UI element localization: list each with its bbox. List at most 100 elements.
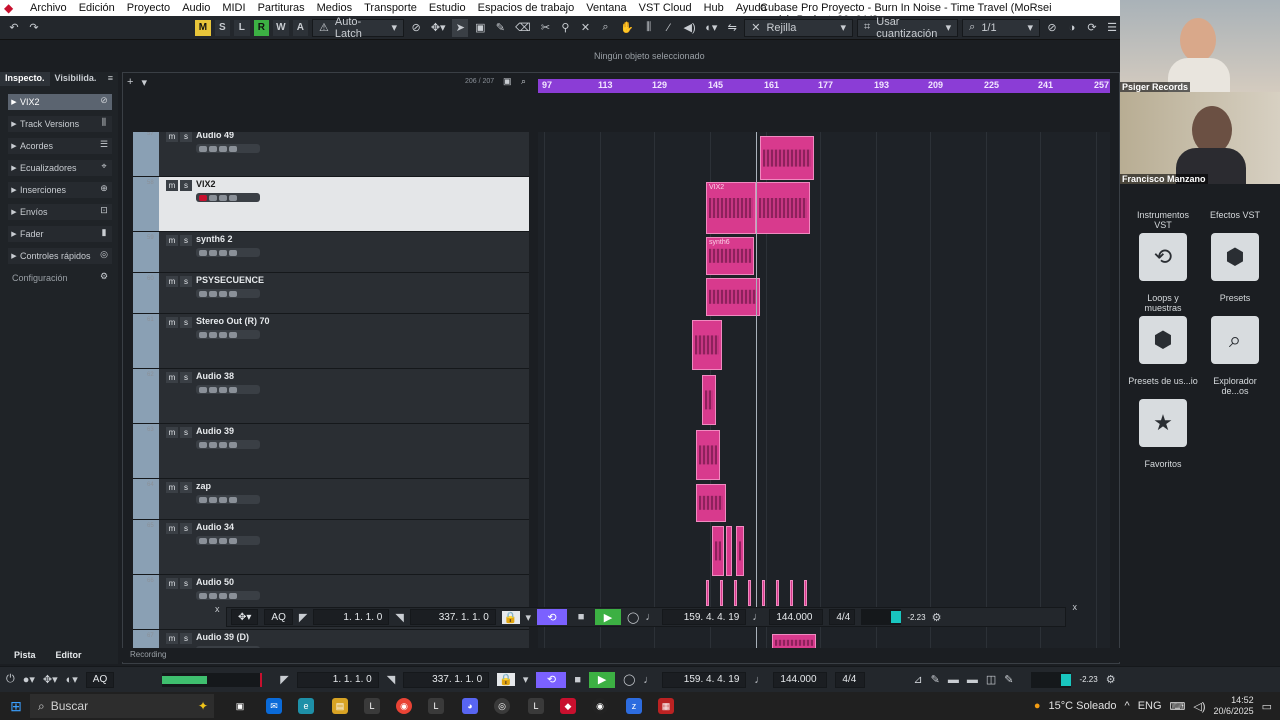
edit-icon[interactable]: ⊘ [98,95,110,107]
cycle-button[interactable]: ⟲ [537,609,568,625]
edit-icon[interactable] [219,194,227,201]
record-enable-icon[interactable] [199,194,207,201]
taskbar-search[interactable]: ⌕ Buscar ✦ [30,694,214,718]
track-row[interactable]: 63 m s Audio 39 [133,424,529,479]
audio-event[interactable] [756,182,810,234]
clock[interactable]: 14:52 20/6/2025 [1214,695,1254,717]
search-icon[interactable]: ⌕ [521,76,526,87]
record-enable-icon[interactable] [199,145,207,152]
close-icon[interactable]: x [215,604,220,614]
obs-icon[interactable]: ◎ [494,698,510,714]
solo-button[interactable]: s [180,372,192,383]
mail-icon[interactable]: ✉ [266,698,282,714]
mediabay-vst-instruments[interactable]: Instrumentos VST [1128,210,1198,230]
edit-icon[interactable]: ✎ [931,673,940,686]
monitor-icon[interactable] [209,194,217,201]
record-button[interactable]: ◯ [627,611,639,624]
nudge-icon[interactable]: ✥▾ [428,19,448,37]
punch-icon[interactable]: ✥▾ [231,609,259,625]
mute-tool-icon[interactable]: ✕ [577,19,593,37]
mute-button[interactable]: m [166,523,178,534]
arrange-area[interactable]: VIX2 synth6 [538,132,1110,652]
monitor-icon[interactable] [209,441,217,448]
color-tool-icon[interactable]: ◑ [1064,19,1080,37]
freeze-icon[interactable] [229,496,237,503]
monitor-icon[interactable] [209,145,217,152]
menu-icon[interactable]: ☰ [1104,19,1120,37]
record-enable-icon[interactable] [199,249,207,256]
tempo-display[interactable]: 144.000 [773,671,828,688]
volume-icon[interactable]: ◁) [1193,700,1205,713]
audio-event[interactable] [720,580,723,606]
menu-transporte[interactable]: Transporte [358,2,423,14]
audio-event[interactable] [734,580,737,606]
visibility-icon[interactable]: ▣ [503,76,512,87]
inspector-section-quick-controls[interactable]: ▶ Controles rápidos ◎ [8,248,112,264]
pointer-tool-icon[interactable]: ➤ [452,18,469,37]
inspector-track-header[interactable]: ▶ VIX2 ⊘ [8,94,112,110]
menu-medios[interactable]: Medios [311,2,358,14]
audio-event[interactable] [702,375,716,425]
grid-type-select[interactable]: ✕ Rejilla ▾ [744,18,854,37]
edit-icon[interactable] [219,496,227,503]
monitor-icon[interactable] [209,496,217,503]
live-icon[interactable]: L [528,698,544,714]
menu-midi[interactable]: MIDI [216,2,251,14]
tempo-display[interactable]: 144.000 [769,609,824,625]
mute-button[interactable]: m [166,276,178,287]
power-icon[interactable]: ⏻ [6,673,15,686]
track-name[interactable]: Audio 34 [196,522,234,532]
network-icon[interactable]: ⌨ [1170,700,1186,713]
add-track-icon[interactable]: + [127,76,133,89]
play-button[interactable]: ▶ [595,609,622,625]
solo-button[interactable]: s [180,132,192,142]
gear-icon[interactable]: ⚙ [1106,673,1116,686]
live-icon[interactable]: L [428,698,444,714]
track-name[interactable]: Audio 39 [196,426,234,436]
solo-button[interactable]: s [180,317,192,328]
mediabay-presets[interactable]: ⬢ Presets [1200,233,1270,303]
track-name[interactable]: Stereo Out (R) 70 [196,316,270,326]
inspector-section-track-versions[interactable]: ▶ Track Versions ⫼ [8,116,112,132]
color-tool-icon[interactable]: ◐▾ [702,19,720,37]
meeting-app-icon[interactable]: ▦ [658,698,674,714]
record-enable-icon[interactable] [199,537,207,544]
sync-icon[interactable]: ⊿ [913,673,922,686]
track-row[interactable]: 65 m s Audio 34 [133,520,529,575]
zoom-app-icon[interactable]: z [626,698,642,714]
track-row[interactable]: 62 m s Audio 38 [133,369,529,424]
edit-icon[interactable]: ✎ [1004,673,1013,686]
punch-icon[interactable]: ✥▾ [43,673,58,686]
split-tool-icon[interactable]: ✂ [537,19,553,37]
freeze-icon[interactable] [229,145,237,152]
tab-visibility[interactable]: Visibilida. [50,72,102,86]
quantize-value-select[interactable]: ⌕ 1/1 ▾ [962,18,1040,37]
edit-icon[interactable] [219,249,227,256]
audio-event[interactable] [736,526,744,576]
chevron-up-icon[interactable]: ^ [1125,700,1130,712]
track-row[interactable]: 59 m s synth6 2 [133,232,529,273]
record-enable-icon[interactable] [199,386,207,393]
quantize-select[interactable]: ⌗ Usar cuantización ▾ [857,16,959,40]
lock-icon[interactable]: 🔒 [497,673,515,686]
audio-event[interactable] [748,580,751,606]
speaker-tool-icon[interactable]: ◀) [681,19,699,37]
audio-event[interactable] [726,526,732,576]
discord-icon[interactable]: ◕ [462,698,478,714]
edit-icon[interactable] [219,386,227,393]
track-row[interactable]: 60 m s PSYSECUENCE [133,273,529,314]
monitor-icon[interactable] [209,290,217,297]
chevron-down-icon[interactable]: ▾ [526,611,532,624]
zoom-in-icon[interactable]: ▬ [967,674,978,686]
listen-button[interactable]: L [234,19,250,36]
freeze-icon[interactable] [229,386,237,393]
solo-button[interactable]: s [180,482,192,493]
track-name[interactable]: synth6 2 [196,234,233,244]
track-row[interactable]: 64 m s zap [133,479,529,520]
inspector-config[interactable]: Configuración ⚙ [8,270,112,286]
edit-icon[interactable] [219,441,227,448]
edit-icon[interactable] [219,145,227,152]
inspector-section-eq[interactable]: ▶ Ecualizadores ⌖ [8,160,112,176]
record-mode-icon[interactable]: ●▾ [23,673,35,686]
track-row[interactable]: 61 m s Stereo Out (R) 70 [133,314,529,369]
